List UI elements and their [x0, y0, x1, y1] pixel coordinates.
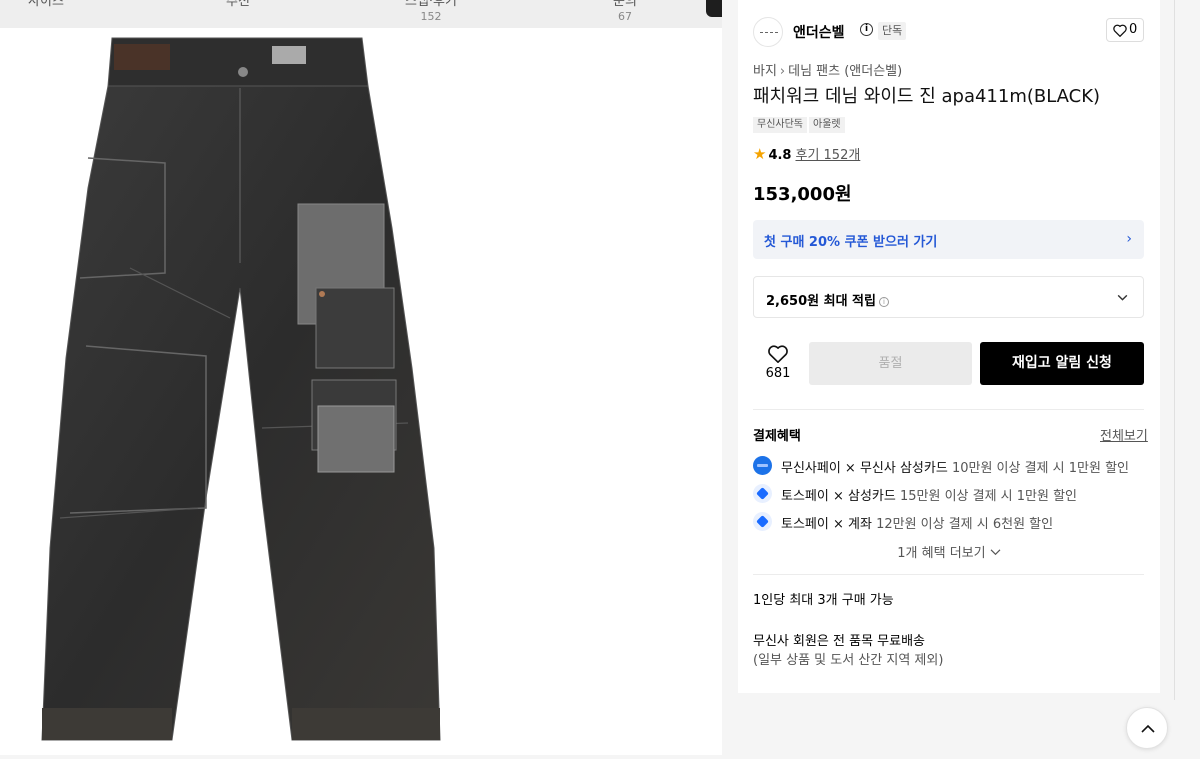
tab-inquiry-label: 문의 [613, 0, 637, 9]
chevron-up-icon [1141, 724, 1155, 733]
chevron-right-icon: › [779, 64, 786, 79]
coupon-banner[interactable]: 첫 구매 20% 쿠폰 받으러 가기 › [753, 220, 1144, 259]
brand-like-count: 0 [1129, 22, 1138, 37]
soldout-button[interactable]: 품절 [809, 342, 972, 385]
denim-pants-image [41, 37, 441, 741]
tab-snap-review-label: 스냅·후기 [405, 0, 457, 9]
tab-size-label: 사이즈 [28, 0, 64, 9]
tab-inquiry[interactable]: 문의 67 [598, 0, 652, 23]
shipping-line: 무신사 회원은 전 품목 무료배송 [753, 634, 926, 649]
brand-row: 앤더슨벨 i 단독 0 [753, 15, 1145, 47]
detail-tab-bar: 사이즈 추천 스냅·후기 152 문의 67 [0, 0, 722, 28]
points-text: 2,650원 최대 적립 i [766, 290, 889, 309]
benefit-detail: 10만원 이상 결제 시 1만원 할인 [951, 461, 1129, 476]
tab-recommend[interactable]: 추천 [218, 0, 258, 10]
rating: ★ 4.8 후기 152개 [753, 144, 860, 163]
benefit-item: 토스페이 × 삼성카드 15만원 이상 결제 시 1만원 할인 [753, 483, 1144, 504]
tab-snap-review-count: 152 [420, 10, 442, 23]
benefit-detail: 15만원 이상 결제 시 1만원 할인 [899, 489, 1078, 504]
gutter [722, 0, 738, 755]
tag-outlet: 아울렛 [809, 117, 845, 133]
product-gallery: 사이즈 추천 스냅·후기 152 문의 67 [0, 0, 722, 755]
benefit-name: 토스페이 × 삼성카드 [781, 489, 896, 504]
benefit-item: 무신사페이 × 무신사 삼성카드 10만원 이상 결제 시 1만원 할인 [753, 455, 1144, 476]
scroll-track [1160, 0, 1200, 755]
breadcrumb-subcategory[interactable]: 데님 팬츠 (앤더슨벨) [788, 64, 902, 79]
view-all-link[interactable]: 전체보기 [1100, 425, 1148, 444]
scroll-to-top-button[interactable] [1126, 707, 1168, 749]
toss-pay-icon [753, 512, 772, 531]
more-benefits-button[interactable]: 1개 혜택 더보기 [738, 542, 1160, 561]
samsung-card-icon [753, 456, 772, 475]
divider [753, 574, 1144, 575]
brand-like-button[interactable]: 0 [1106, 18, 1144, 42]
shipping-note: (일부 상품 및 도서 산간 지역 제외) [753, 653, 944, 668]
brand-name[interactable]: 앤더슨벨 [793, 22, 845, 42]
chevron-down-icon [1117, 294, 1128, 301]
breadcrumb: 바지 › 데님 팬츠 (앤더슨벨) [753, 60, 902, 79]
brand-logo[interactable] [753, 17, 783, 47]
info-icon[interactable]: i [860, 23, 873, 36]
benefit-item: 토스페이 × 계좌 12만원 이상 결제 시 6천원 할인 [753, 511, 1144, 532]
product-info-panel: 앤더슨벨 i 단독 0 바지 › 데님 팬츠 (앤더슨벨) 패치워크 데님 와이드 … [738, 0, 1160, 693]
shipping-info: 무신사 회원은 전 품목 무료배송 (일부 상품 및 도서 산간 지역 제외) [753, 632, 943, 670]
points-dropdown[interactable]: 2,650원 최대 적립 i [753, 276, 1144, 318]
exclusive-badge: 단독 [878, 22, 907, 40]
divider [753, 409, 1144, 410]
review-link[interactable]: 후기 152개 [795, 148, 860, 163]
wishlist-button[interactable]: 681 [753, 344, 803, 386]
tag-exclusive: 무신사단독 [753, 117, 807, 133]
heart-icon [768, 345, 788, 363]
product-price: 153,000원 [753, 184, 852, 205]
chevron-right-icon: › [1126, 231, 1132, 247]
benefit-name: 토스페이 × 계좌 [781, 517, 872, 532]
product-image [0, 28, 722, 755]
tab-recommend-label: 추천 [226, 0, 250, 9]
points-label: 2,650원 최대 적립 [766, 294, 876, 309]
product-tags: 무신사단독 아울렛 [753, 112, 847, 133]
breadcrumb-category[interactable]: 바지 [753, 64, 777, 79]
toss-pay-icon [753, 484, 772, 503]
chevron-down-icon [990, 549, 1001, 556]
rating-score: 4.8 [768, 148, 792, 163]
more-benefits-label: 1개 혜택 더보기 [897, 546, 986, 561]
info-icon[interactable]: i [878, 297, 889, 307]
tab-inquiry-count: 67 [618, 10, 632, 23]
star-icon: ★ [753, 145, 767, 163]
restock-alert-button[interactable]: 재입고 알림 신청 [980, 342, 1144, 385]
purchase-limit: 1인당 최대 3개 구매 가능 [753, 593, 894, 608]
benefit-name: 무신사페이 × 무신사 삼성카드 [781, 461, 948, 476]
tab-snap-review[interactable]: 스냅·후기 152 [398, 0, 464, 23]
tab-size[interactable]: 사이즈 [26, 0, 66, 10]
heart-icon [1113, 24, 1127, 37]
wishlist-count: 681 [765, 366, 791, 381]
payment-benefits-title: 결제혜택 [753, 429, 801, 444]
product-title: 패치워크 데님 와이드 진 apa411m(BLACK) [753, 86, 1101, 107]
benefit-detail: 12만원 이상 결제 시 6천원 할인 [876, 517, 1054, 532]
coupon-text: 첫 구매 20% 쿠폰 받으러 가기 [764, 235, 938, 250]
